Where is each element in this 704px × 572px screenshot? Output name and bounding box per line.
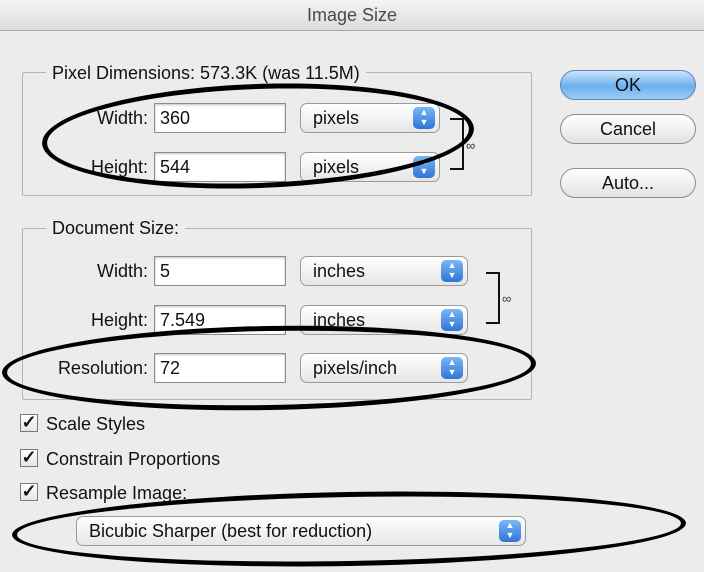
doc-height-unit-value: inches [313, 310, 366, 330]
pixel-height-input[interactable] [154, 152, 286, 182]
doc-height-input[interactable] [154, 305, 286, 335]
stepper-arrows-icon: ▲ ▼ [441, 260, 463, 282]
checkbox-icon: ✓ [20, 481, 38, 502]
resolution-unit-select[interactable]: pixels/inch ▲ ▼ [300, 353, 468, 383]
stepper-arrows-icon: ▲ ▼ [441, 309, 463, 331]
stepper-arrows-icon: ▲ ▼ [441, 357, 463, 379]
pixel-width-unit-select[interactable]: pixels ▲ ▼ [300, 103, 440, 133]
document-size-legend: Document Size: [46, 217, 186, 239]
checkbox-icon: ✓ [20, 412, 38, 433]
resolution-label: Resolution: [57, 358, 148, 378]
pixel-height-label: Height: [90, 157, 148, 177]
resample-image-label: Resample Image: [46, 483, 188, 503]
resample-image-checkbox[interactable]: ✓ Resample Image: [20, 481, 187, 505]
pixel-width-input[interactable] [154, 103, 286, 133]
doc-width-unit-select[interactable]: inches ▲ ▼ [300, 256, 468, 286]
checkbox-icon: ✓ [20, 447, 38, 468]
doc-width-label: Width: [96, 261, 148, 281]
resample-method-value: Bicubic Sharper (best for reduction) [89, 521, 373, 541]
link-icon: ∞ [502, 291, 512, 306]
constrain-bracket [450, 118, 464, 170]
scale-styles-label: Scale Styles [46, 414, 146, 434]
constrain-proportions-checkbox[interactable]: ✓ Constrain Proportions [20, 447, 220, 471]
resample-method-select[interactable]: Bicubic Sharper (best for reduction) ▲ ▼ [76, 516, 526, 546]
constrain-bracket [486, 272, 500, 324]
doc-width-input[interactable] [154, 256, 286, 286]
window-title: Image Size [0, 0, 704, 31]
stepper-arrows-icon: ▲ ▼ [499, 520, 521, 542]
pixel-dimensions-legend: Pixel Dimensions: 573.3K (was 11.5M) [46, 62, 366, 84]
pixel-width-unit-value: pixels [313, 108, 360, 128]
link-icon: ∞ [466, 138, 476, 153]
cancel-button[interactable]: Cancel [560, 114, 696, 144]
resolution-input[interactable] [154, 353, 286, 383]
stepper-arrows-icon: ▲ ▼ [413, 107, 435, 129]
doc-width-unit-value: inches [313, 261, 366, 281]
scale-styles-checkbox[interactable]: ✓ Scale Styles [20, 412, 145, 436]
image-size-dialog: Image Size Pixel Dimensions: 573.3K (was… [0, 0, 704, 572]
resolution-unit-value: pixels/inch [313, 358, 398, 378]
pixel-height-unit-select[interactable]: pixels ▲ ▼ [300, 152, 440, 182]
pixel-height-unit-value: pixels [313, 157, 360, 177]
doc-height-unit-select[interactable]: inches ▲ ▼ [300, 305, 468, 335]
constrain-proportions-label: Constrain Proportions [46, 449, 221, 469]
pixel-width-label: Width: [96, 108, 148, 128]
stepper-arrows-icon: ▲ ▼ [413, 156, 435, 178]
doc-height-label: Height: [90, 310, 148, 330]
ok-button[interactable]: OK [560, 70, 696, 100]
auto-button[interactable]: Auto... [560, 168, 696, 198]
